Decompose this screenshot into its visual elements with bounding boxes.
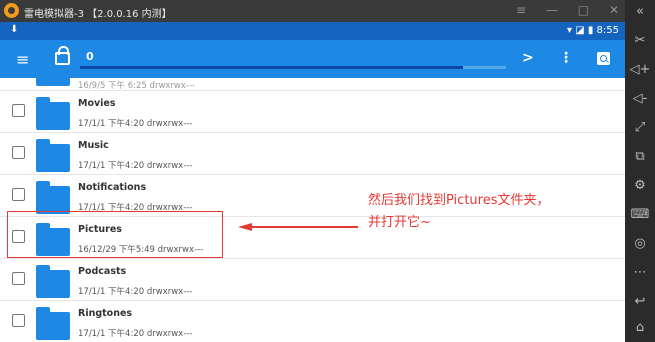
status-time: ▾ ◪ ▮ 8:55 [567,25,619,36]
list-item[interactable]: Podcasts 17/1/1 下午4:20 drwxrwx--- [0,258,625,301]
file-meta: 17/1/1 下午4:20 drwxrwx--- [78,119,193,129]
emulator-sidebar: « ✂ ◁+ ◁- ⤢ ⧉ ⚙ ⌨ ◎ ⋯ ↩ ⌂ [625,0,655,342]
multi-window-icon[interactable]: ⧉ [625,149,655,164]
file-name: Notifications [78,182,147,193]
file-name: Podcasts [78,266,127,277]
file-meta: 17/1/1 下午4:20 drwxrwx--- [78,287,193,297]
select-checkbox[interactable] [12,272,25,285]
window-controls[interactable]: ≡ — □ ✕ [516,3,627,17]
folder-icon [36,139,70,172]
list-item[interactable]: Music 17/1/1 下午4:20 drwxrwx--- [0,132,625,175]
list-item[interactable]: Movies 17/1/1 下午4:20 drwxrwx--- [0,90,625,133]
annotation-arrow-icon [238,223,358,231]
app-toolbar: ≡ 0 > ⋮ [0,40,625,78]
back-icon[interactable]: ↩ [625,294,655,309]
collapse-icon[interactable]: « [625,4,655,19]
search-icon[interactable] [597,52,610,65]
file-meta: 17/1/1 下午4:20 drwxrwx--- [78,161,193,171]
chevron-right-icon[interactable]: > [522,50,534,66]
location-icon[interactable]: ◎ [625,236,655,251]
select-checkbox[interactable] [12,314,25,327]
file-name: Music [78,140,109,151]
window-title: 雷电模拟器-3 【2.0.0.16 内测】 [24,9,172,20]
annotation-text: 然后我们找到Pictures文件夹， 并打开它~ [368,190,549,234]
folder-icon [36,307,70,340]
android-status-bar: ⬇ ▾ ◪ ▮ 8:55 [0,22,625,40]
select-checkbox[interactable] [12,188,25,201]
folder-icon [36,265,70,298]
keyboard-icon[interactable]: ⌨ [625,207,655,222]
file-meta: 17/1/1 下午4:20 drwxrwx--- [78,329,193,339]
annotation-line: 然后我们找到Pictures文件夹， [368,193,550,208]
select-checkbox[interactable] [12,104,25,117]
more-icon[interactable]: ⋯ [625,265,655,280]
folder-icon [36,181,70,214]
home-icon[interactable]: ⌂ [625,320,655,335]
title-bar: 雷电模拟器-3 【2.0.0.16 内测】 ≡ — □ ✕ [0,0,655,22]
highlight-box [7,211,223,258]
download-icon: ⬇ [10,24,19,35]
file-name: Movies [78,98,116,109]
volume-up-icon[interactable]: ◁+ [625,62,655,77]
volume-down-icon[interactable]: ◁- [625,91,655,106]
lock-icon[interactable] [55,46,70,65]
more-options-icon[interactable]: ⋮ [559,50,573,66]
annotation-line: 并打开它~ [368,215,431,230]
fullscreen-icon[interactable]: ⤢ [625,120,655,135]
app-logo-icon [4,3,19,18]
folder-icon [36,97,70,130]
list-item[interactable]: Ringtones 17/1/1 下午4:20 drwxrwx--- [0,300,625,342]
menu-icon[interactable]: ≡ [16,50,29,69]
path-progress-bar [80,66,506,69]
settings-icon[interactable]: ⚙ [625,178,655,193]
file-name: Ringtones [78,308,133,319]
folder-icon [36,78,70,86]
screenshot-icon[interactable]: ✂ [625,33,655,48]
select-checkbox[interactable] [12,146,25,159]
path-label[interactable]: 0 [86,50,94,63]
